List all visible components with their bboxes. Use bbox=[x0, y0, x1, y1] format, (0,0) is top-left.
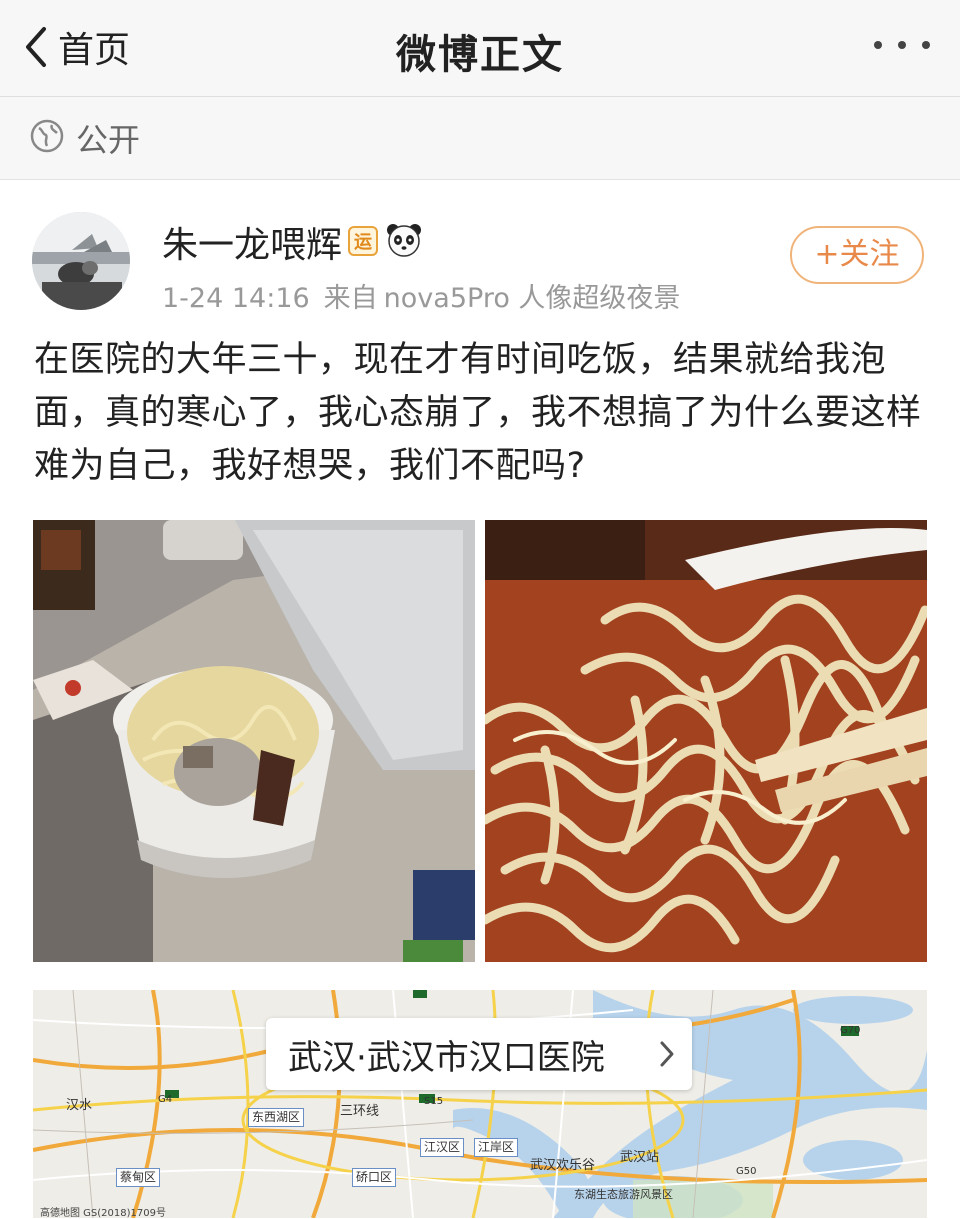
post-time: 1-24 14:16 bbox=[162, 283, 310, 314]
map-label: 江岸区 bbox=[474, 1138, 519, 1157]
location-label: 武汉·武汉市汉口医院 bbox=[288, 1038, 605, 1078]
globe-icon bbox=[30, 119, 64, 153]
badge-yun: 运 bbox=[348, 226, 378, 256]
visibility-bar: 公开 bbox=[0, 97, 960, 180]
map-label: 东西湖区 bbox=[248, 1108, 305, 1127]
post-photo-1[interactable] bbox=[33, 520, 475, 962]
location-card[interactable]: 武汉·武汉市汉口医院 bbox=[266, 1018, 692, 1090]
post-meta: 1-24 14:16 来自 nova5Pro 人像超级夜景 bbox=[162, 276, 680, 315]
post-text: 在医院的大年三十，现在才有时间吃饭，结果就给我泡面，真的寒心了，我心态崩了，我不… bbox=[34, 340, 922, 486]
map-label: 汉水 bbox=[66, 1098, 93, 1113]
panda-emoji-icon bbox=[387, 224, 421, 257]
map-label: 武汉站 bbox=[620, 1150, 660, 1165]
map-label: G50 bbox=[736, 1166, 757, 1177]
visibility-label: 公开 bbox=[76, 121, 141, 159]
follow-button[interactable]: +关注 bbox=[790, 226, 924, 284]
map-label: G4 bbox=[158, 1094, 173, 1105]
post-source[interactable]: nova5Pro 人像超级夜景 bbox=[384, 283, 681, 314]
post-photo-2[interactable] bbox=[485, 520, 927, 962]
map-attribution: 高德地图 GS(2018)1709号 bbox=[40, 1208, 166, 1219]
map-label: 武汉欢乐谷 bbox=[530, 1158, 596, 1173]
map-label: S15 bbox=[424, 1096, 444, 1107]
map-label: 三环线 bbox=[340, 1104, 380, 1119]
more-dots-icon[interactable] bbox=[874, 30, 930, 60]
top-nav-bar: 首页 微博正文 bbox=[0, 0, 960, 97]
map-label: G70 bbox=[840, 1025, 861, 1036]
map-label: 硚口区 bbox=[352, 1168, 397, 1187]
map-label: 东湖生态旅游风景区 bbox=[574, 1188, 673, 1201]
source-prefix: 来自 bbox=[323, 283, 378, 314]
page-title: 微博正文 bbox=[396, 32, 564, 78]
avatar[interactable] bbox=[32, 212, 130, 310]
author-name[interactable]: 朱一龙喂辉 bbox=[162, 216, 342, 268]
map-label: 蔡甸区 bbox=[116, 1168, 161, 1187]
chevron-right-icon bbox=[660, 1041, 674, 1067]
map-label: 江汉区 bbox=[420, 1138, 465, 1157]
